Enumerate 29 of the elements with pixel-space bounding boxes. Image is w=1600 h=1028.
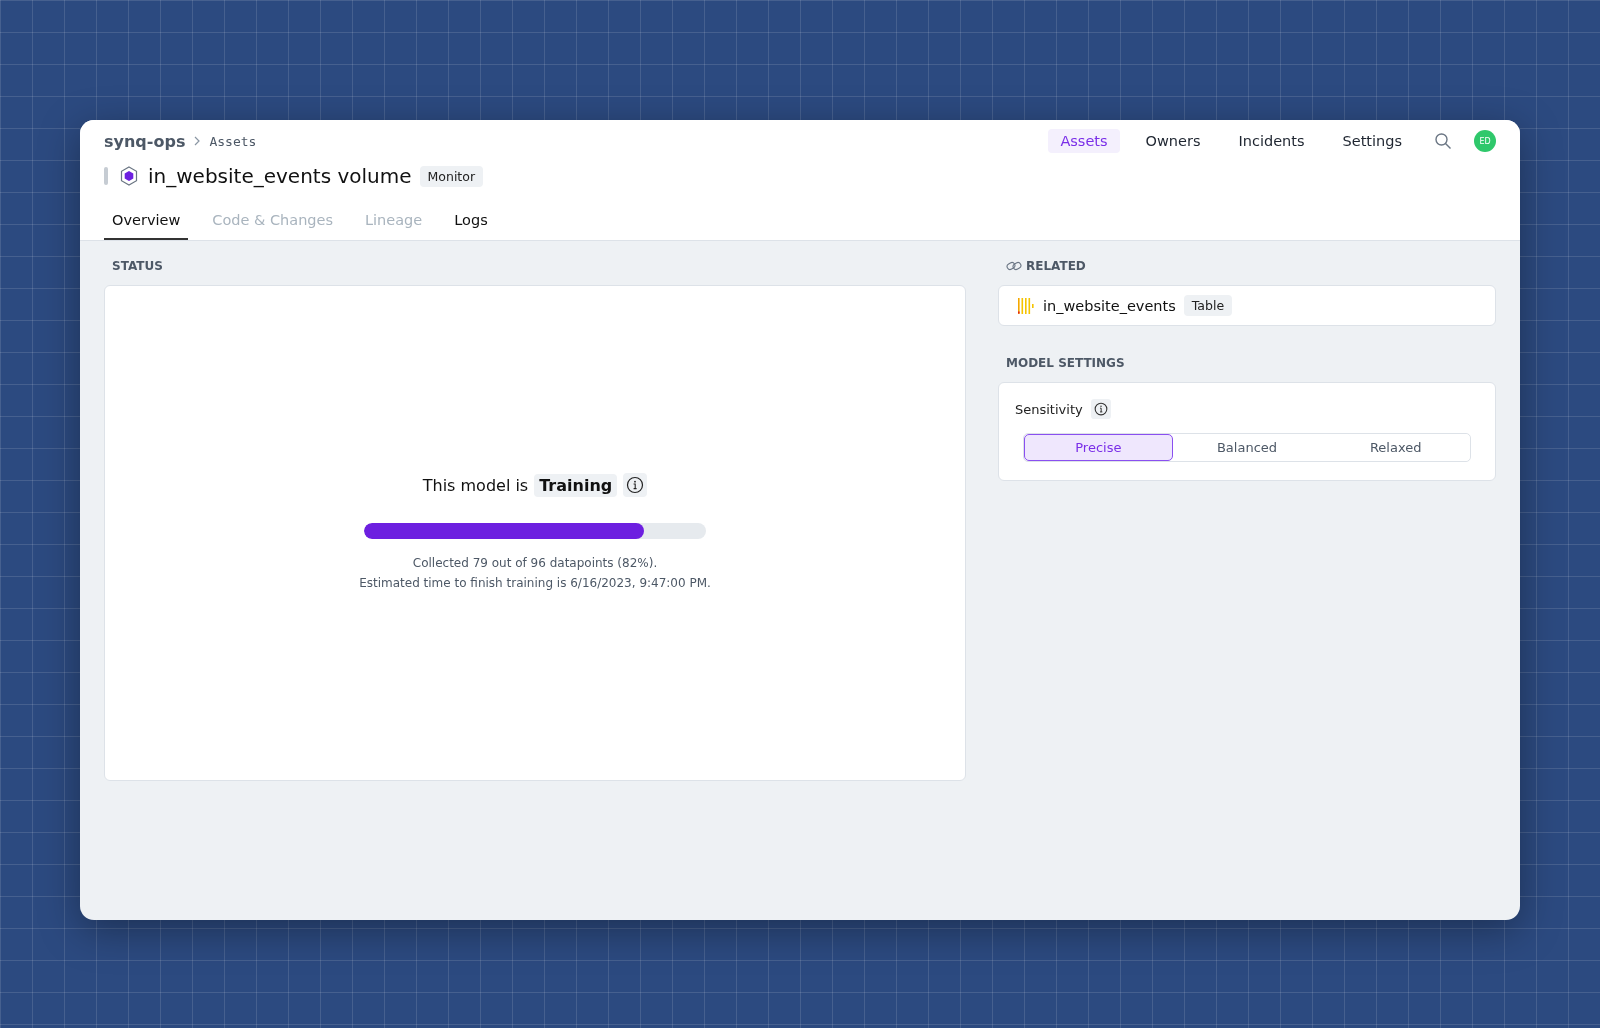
tab[interactable]: Logs — [446, 204, 496, 240]
status-tag: Training — [534, 473, 618, 497]
section-heading: MODEL SETTINGS — [1005, 355, 1126, 372]
info-icon[interactable] — [623, 473, 648, 497]
search-icon[interactable] — [1434, 132, 1452, 150]
sensitivity-option[interactable]: Precise — [1024, 434, 1173, 461]
field-label: Sensitivity — [1015, 401, 1083, 417]
progress-caption: Collected 79 out of 96 datapoints (82%). — [411, 555, 659, 572]
section-heading: RELATED — [1026, 259, 1086, 273]
nav-link[interactable]: Assets — [1048, 129, 1120, 153]
breadcrumb-link[interactable]: Assets — [209, 133, 257, 149]
nav-link[interactable]: Incidents — [1226, 129, 1317, 153]
nav-link[interactable]: Settings — [1330, 129, 1414, 153]
chevron-icon — [193, 136, 202, 146]
nav-link[interactable]: Owners — [1133, 129, 1213, 153]
page-title: in_website_events volume — [148, 164, 412, 188]
type-tag: Monitor — [419, 165, 484, 187]
section-heading: STATUS — [111, 258, 164, 275]
type-tag: Table — [1183, 295, 1233, 316]
drag-handle — [104, 167, 108, 185]
tab[interactable]: Overview — [104, 204, 189, 240]
table-icon — [1017, 297, 1035, 314]
info-icon[interactable] — [1090, 399, 1111, 419]
org-link[interactable]: synq-ops — [104, 131, 186, 151]
hexagon-icon — [120, 166, 138, 186]
status-text: This model is — [422, 475, 529, 495]
asset-link[interactable]: in_website_events — [1043, 297, 1176, 314]
progress-caption: Estimated time to finish training is 6/16/2023, 9:47:00 PM. — [359, 575, 711, 592]
link-icon — [1006, 261, 1022, 271]
